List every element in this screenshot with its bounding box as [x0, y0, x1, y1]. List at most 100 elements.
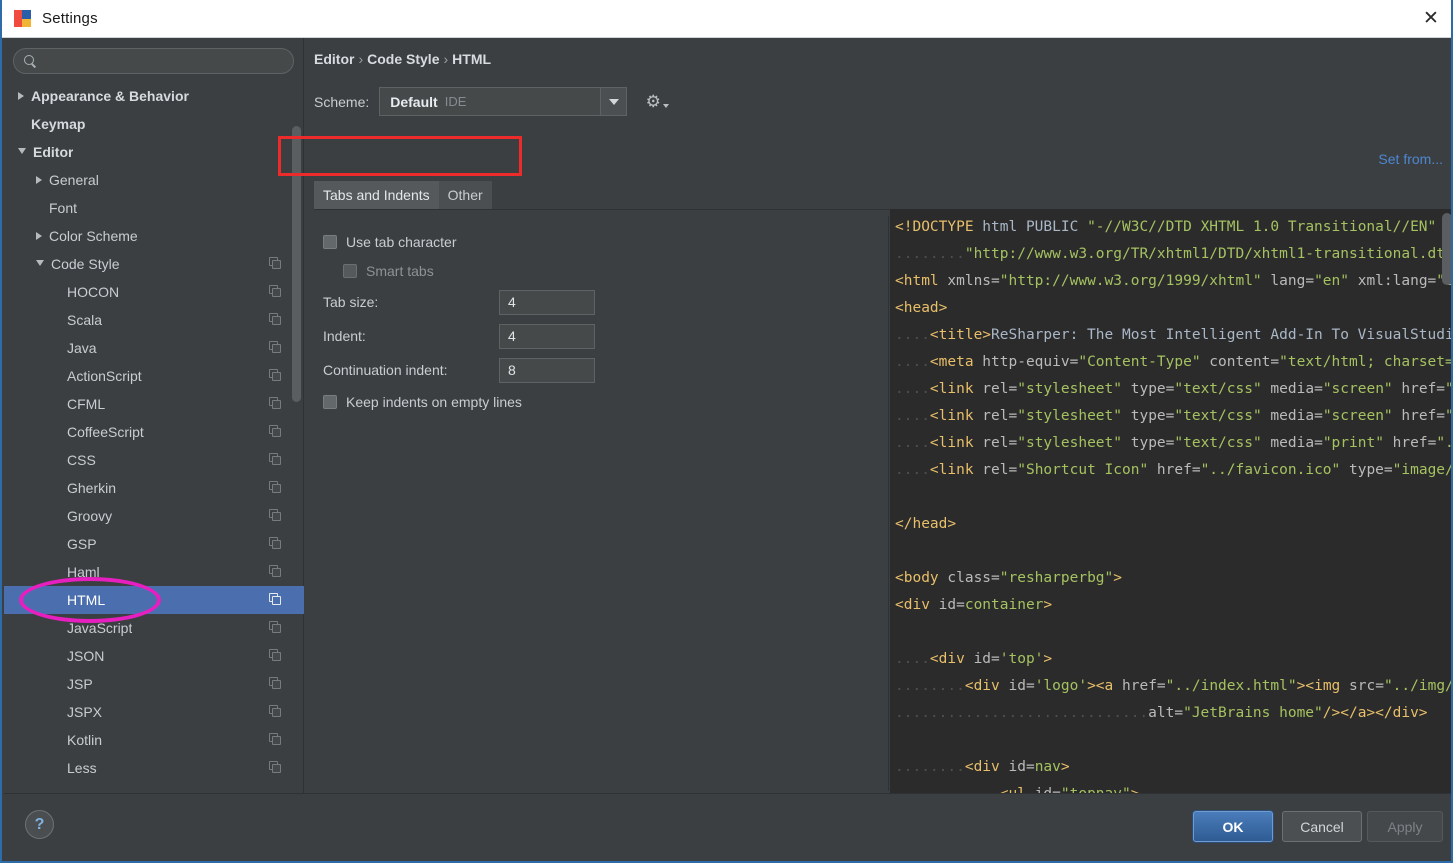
copy-scheme-icon[interactable] — [269, 341, 282, 354]
sidebar-item-color-scheme[interactable]: Color Scheme — [4, 222, 304, 250]
settings-tree[interactable]: Appearance & Behavior Keymap Editor General… — [4, 82, 304, 795]
sidebar-item-css[interactable]: CSS — [4, 446, 304, 474]
breadcrumb-part[interactable]: Code Style — [367, 51, 439, 67]
sidebar-item-appearance-behavior[interactable]: Appearance & Behavior — [4, 82, 304, 110]
sidebar-item-cfml[interactable]: CFML — [4, 390, 304, 418]
sidebar-item-less[interactable]: Less — [4, 754, 304, 782]
copy-scheme-icon[interactable] — [269, 509, 282, 522]
sidebar-item-html[interactable]: HTML — [4, 586, 304, 614]
sidebar-item-gsp[interactable]: GSP — [4, 530, 304, 558]
sidebar-scrollbar-thumb[interactable] — [292, 126, 301, 402]
chevron-right-icon[interactable] — [36, 176, 42, 184]
copy-scheme-icon[interactable] — [269, 593, 282, 606]
code-line: <!DOCTYPE html PUBLIC "-//W3C//DTD XHTML… — [895, 214, 1451, 241]
copy-scheme-icon[interactable] — [269, 453, 282, 466]
copy-scheme-icon[interactable] — [269, 537, 282, 550]
ok-button[interactable]: OK — [1193, 811, 1273, 842]
sidebar-item-jspx[interactable]: JSPX — [4, 698, 304, 726]
keep-indents-checkbox[interactable] — [323, 394, 337, 409]
copy-scheme-icon[interactable] — [269, 313, 282, 326]
smart-tabs-row[interactable]: Smart tabs — [314, 256, 888, 285]
sidebar-item-label: JSON — [67, 648, 105, 664]
sidebar-item-javascript[interactable]: JavaScript — [4, 614, 304, 642]
help-icon[interactable]: ? — [25, 810, 54, 839]
gear-icon[interactable]: ⚙ — [641, 90, 670, 114]
copy-scheme-icon[interactable] — [269, 705, 282, 718]
code-token: "screen" — [1322, 381, 1393, 397]
continuation-indent-input[interactable] — [499, 357, 595, 383]
cancel-button[interactable]: Cancel — [1282, 811, 1362, 842]
continuation-indent-row: Continuation indent: — [314, 353, 888, 387]
sidebar-item-editor[interactable]: Editor — [4, 138, 304, 166]
code-token: "resharperbg" — [999, 570, 1114, 586]
search-box[interactable] — [13, 48, 294, 74]
tab-size-row: Tab size: — [314, 285, 888, 319]
tab-strip[interactable]: Tabs and Indents Other — [314, 178, 1444, 210]
copy-scheme-icon[interactable] — [269, 565, 282, 578]
set-from-link[interactable]: Set from... — [1378, 151, 1443, 167]
sidebar-item-label: Haml — [67, 564, 100, 580]
sidebar-item-java[interactable]: Java — [4, 334, 304, 362]
indent-input[interactable] — [499, 323, 595, 349]
chevron-down-icon[interactable] — [36, 260, 44, 270]
sidebar-item-kotlin[interactable]: Kotlin — [4, 726, 304, 754]
sidebar-item-haml[interactable]: Haml — [4, 558, 304, 586]
sidebar-item-groovy[interactable]: Groovy — [4, 502, 304, 530]
copy-scheme-icon[interactable] — [269, 257, 282, 270]
copy-scheme-icon[interactable] — [269, 285, 282, 298]
sidebar-item-keymap[interactable]: Keymap — [4, 110, 304, 138]
sidebar-item-scala[interactable]: Scala — [4, 306, 304, 334]
sidebar-item-gherkin[interactable]: Gherkin — [4, 474, 304, 502]
code-line: ....<title>ReSharper: The Most Intellige… — [895, 322, 1451, 349]
close-icon[interactable]: ✕ — [1407, 0, 1451, 37]
copy-scheme-icon[interactable] — [269, 369, 282, 382]
use-tab-character-row[interactable]: Use tab character — [314, 227, 888, 256]
sidebar-item-hocon[interactable]: HOCON — [4, 278, 304, 306]
copy-scheme-icon[interactable] — [269, 733, 282, 746]
tab-tabs-and-indents[interactable]: Tabs and Indents — [314, 181, 439, 209]
use-tab-character-checkbox[interactable] — [323, 234, 337, 249]
copy-scheme-icon[interactable] — [269, 425, 282, 438]
code-line: <head> — [895, 295, 1451, 322]
preview-vertical-scrollbar-thumb[interactable] — [1442, 213, 1451, 285]
preview-vertical-scrollbar[interactable] — [1442, 211, 1451, 831]
chevron-down-icon[interactable] — [600, 88, 627, 115]
code-token: ><img — [1296, 678, 1341, 694]
sidebar-item-general[interactable]: General — [4, 166, 304, 194]
keep-indents-row[interactable]: Keep indents on empty lines — [314, 387, 888, 416]
code-line: ........<div id=nav> — [895, 754, 1451, 781]
chevron-down-icon[interactable] — [18, 148, 26, 158]
search-input[interactable] — [43, 53, 283, 69]
tab-size-input[interactable] — [499, 289, 595, 315]
code-token: rel= — [973, 381, 1018, 397]
copy-scheme-icon[interactable] — [269, 481, 282, 494]
copy-scheme-icon[interactable] — [269, 397, 282, 410]
copy-scheme-icon[interactable] — [269, 677, 282, 690]
code-token: "text/css" — [1174, 435, 1262, 451]
sidebar-scrollbar[interactable] — [292, 40, 301, 740]
breadcrumb-part[interactable]: HTML — [452, 51, 491, 67]
sidebar-item-json[interactable]: JSON — [4, 642, 304, 670]
chevron-right-icon[interactable] — [36, 232, 42, 240]
sidebar-item-font[interactable]: Font — [4, 194, 304, 222]
scheme-value: Default — [390, 93, 438, 110]
scheme-dropdown[interactable]: Default IDE — [379, 87, 628, 116]
code-token: rel= — [973, 462, 1018, 478]
code-token: "../favicon.ico" — [1200, 462, 1341, 478]
sidebar-item-code-style[interactable]: Code Style — [4, 250, 304, 278]
code-token: href= — [1392, 408, 1446, 424]
smart-tabs-checkbox[interactable] — [343, 263, 357, 278]
chevron-right-icon[interactable] — [18, 92, 24, 100]
keep-indents-label: Keep indents on empty lines — [346, 393, 522, 410]
sidebar-item-jsp[interactable]: JSP — [4, 670, 304, 698]
sidebar-item-coffeescript[interactable]: CoffeeScript — [4, 418, 304, 446]
tab-other[interactable]: Other — [438, 181, 492, 209]
copy-scheme-icon[interactable] — [269, 649, 282, 662]
code-preview[interactable]: <!DOCTYPE html PUBLIC "-//W3C//DTD XHTML… — [890, 209, 1451, 833]
sidebar-item-actionscript[interactable]: ActionScript — [4, 362, 304, 390]
breadcrumb-part[interactable]: Editor — [314, 51, 354, 67]
apply-button[interactable]: Apply — [1367, 811, 1443, 842]
copy-scheme-icon[interactable] — [269, 761, 282, 774]
copy-scheme-icon[interactable] — [269, 621, 282, 634]
